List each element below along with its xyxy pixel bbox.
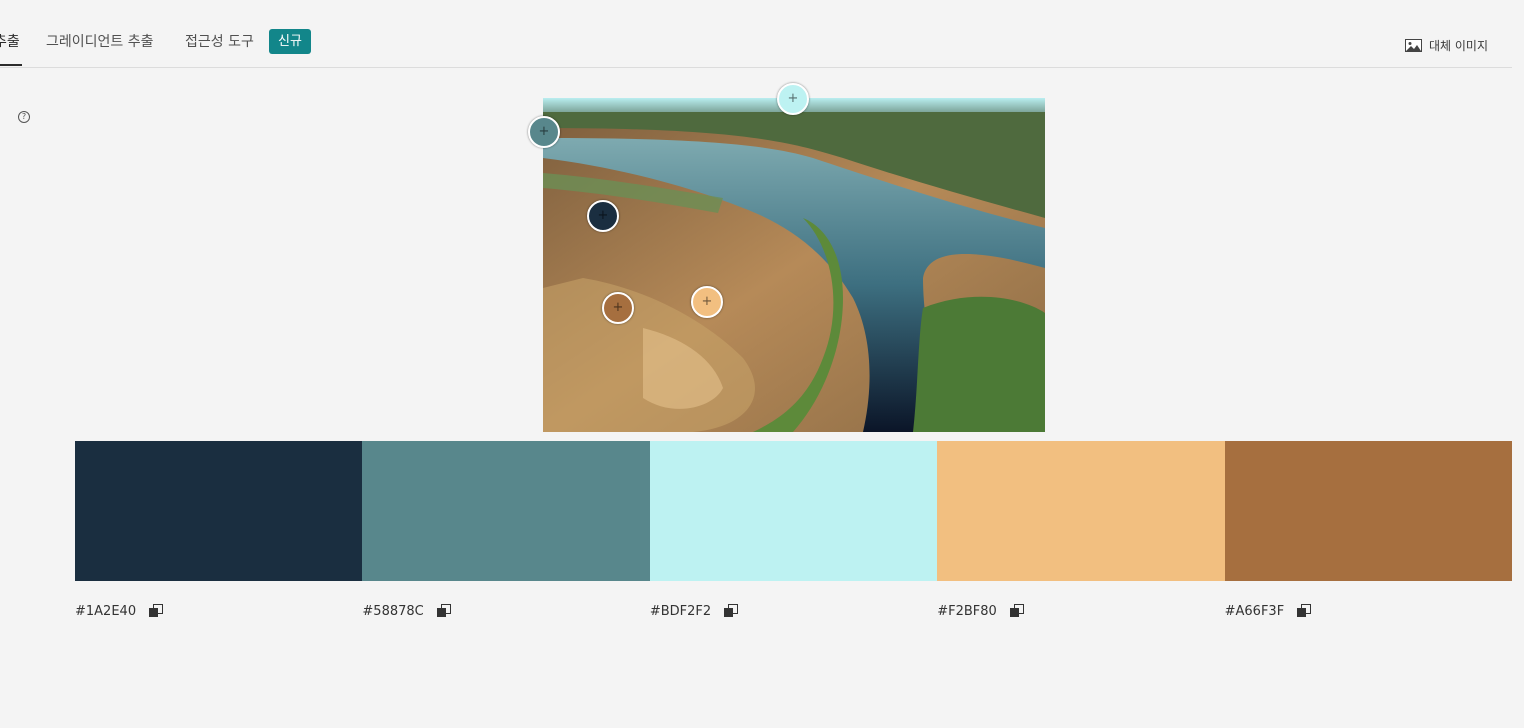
color-picker-handle-1[interactable]: + xyxy=(587,200,619,232)
alternate-image-label: 대체 이미지 xyxy=(1428,39,1488,53)
copy-icon[interactable] xyxy=(724,604,739,618)
color-picker-handle-4[interactable]: + xyxy=(691,286,723,318)
swatch-5[interactable] xyxy=(1224,441,1513,581)
alternate-image-button[interactable]: 대체 이미지 xyxy=(1404,37,1488,54)
help-icon[interactable]: ? xyxy=(18,111,30,123)
color-picker-handle-3[interactable]: + xyxy=(777,83,809,115)
copy-icon[interactable] xyxy=(1009,604,1024,618)
copy-icon[interactable] xyxy=(436,604,451,618)
hex-value-2: #58878C xyxy=(362,603,424,619)
hex-value-4: #F2BF80 xyxy=(937,603,997,619)
hex-value-5: #A66F3F xyxy=(1224,603,1285,619)
hex-values: #1A2E40 #58878C #BDF2F2 #F2BF80 #A66F3F xyxy=(75,600,1512,622)
tab-extract[interactable]: 추출 xyxy=(0,31,20,51)
hex-item-2: #58878C xyxy=(362,600,649,622)
hex-item-1: #1A2E40 xyxy=(75,600,362,622)
new-badge: 신규 xyxy=(269,29,311,54)
hex-item-4: #F2BF80 xyxy=(937,600,1224,622)
color-theme-extract-page: 추출 그레이디언트 추출 접근성 도구 신규 대체 이미지 ? + + + + … xyxy=(0,0,1524,728)
hex-item-3: #BDF2F2 xyxy=(650,600,937,622)
mode-tabs: 추출 그레이디언트 추출 접근성 도구 신규 대체 이미지 xyxy=(0,0,1512,68)
swatch-3[interactable] xyxy=(649,441,938,581)
hex-item-5: #A66F3F xyxy=(1225,600,1512,622)
color-picker-handle-2[interactable]: + xyxy=(528,116,560,148)
hex-value-1: #1A2E40 xyxy=(75,603,137,619)
hex-value-3: #BDF2F2 xyxy=(649,603,712,619)
tab-accessibility-tools[interactable]: 접근성 도구 xyxy=(185,31,254,51)
river-aerial-photo xyxy=(543,98,1045,432)
copy-icon[interactable] xyxy=(1297,604,1312,618)
copy-icon[interactable] xyxy=(149,604,164,618)
image-icon xyxy=(1404,39,1422,52)
swatch-1[interactable] xyxy=(75,441,363,581)
source-photo xyxy=(543,98,1045,432)
tab-gradient-extract[interactable]: 그레이디언트 추출 xyxy=(46,31,154,51)
swatch-4[interactable] xyxy=(937,441,1225,581)
color-palette xyxy=(75,441,1513,581)
swatch-2[interactable] xyxy=(362,441,650,581)
active-tab-underline xyxy=(0,64,22,66)
color-picker-handle-5[interactable]: + xyxy=(602,292,634,324)
